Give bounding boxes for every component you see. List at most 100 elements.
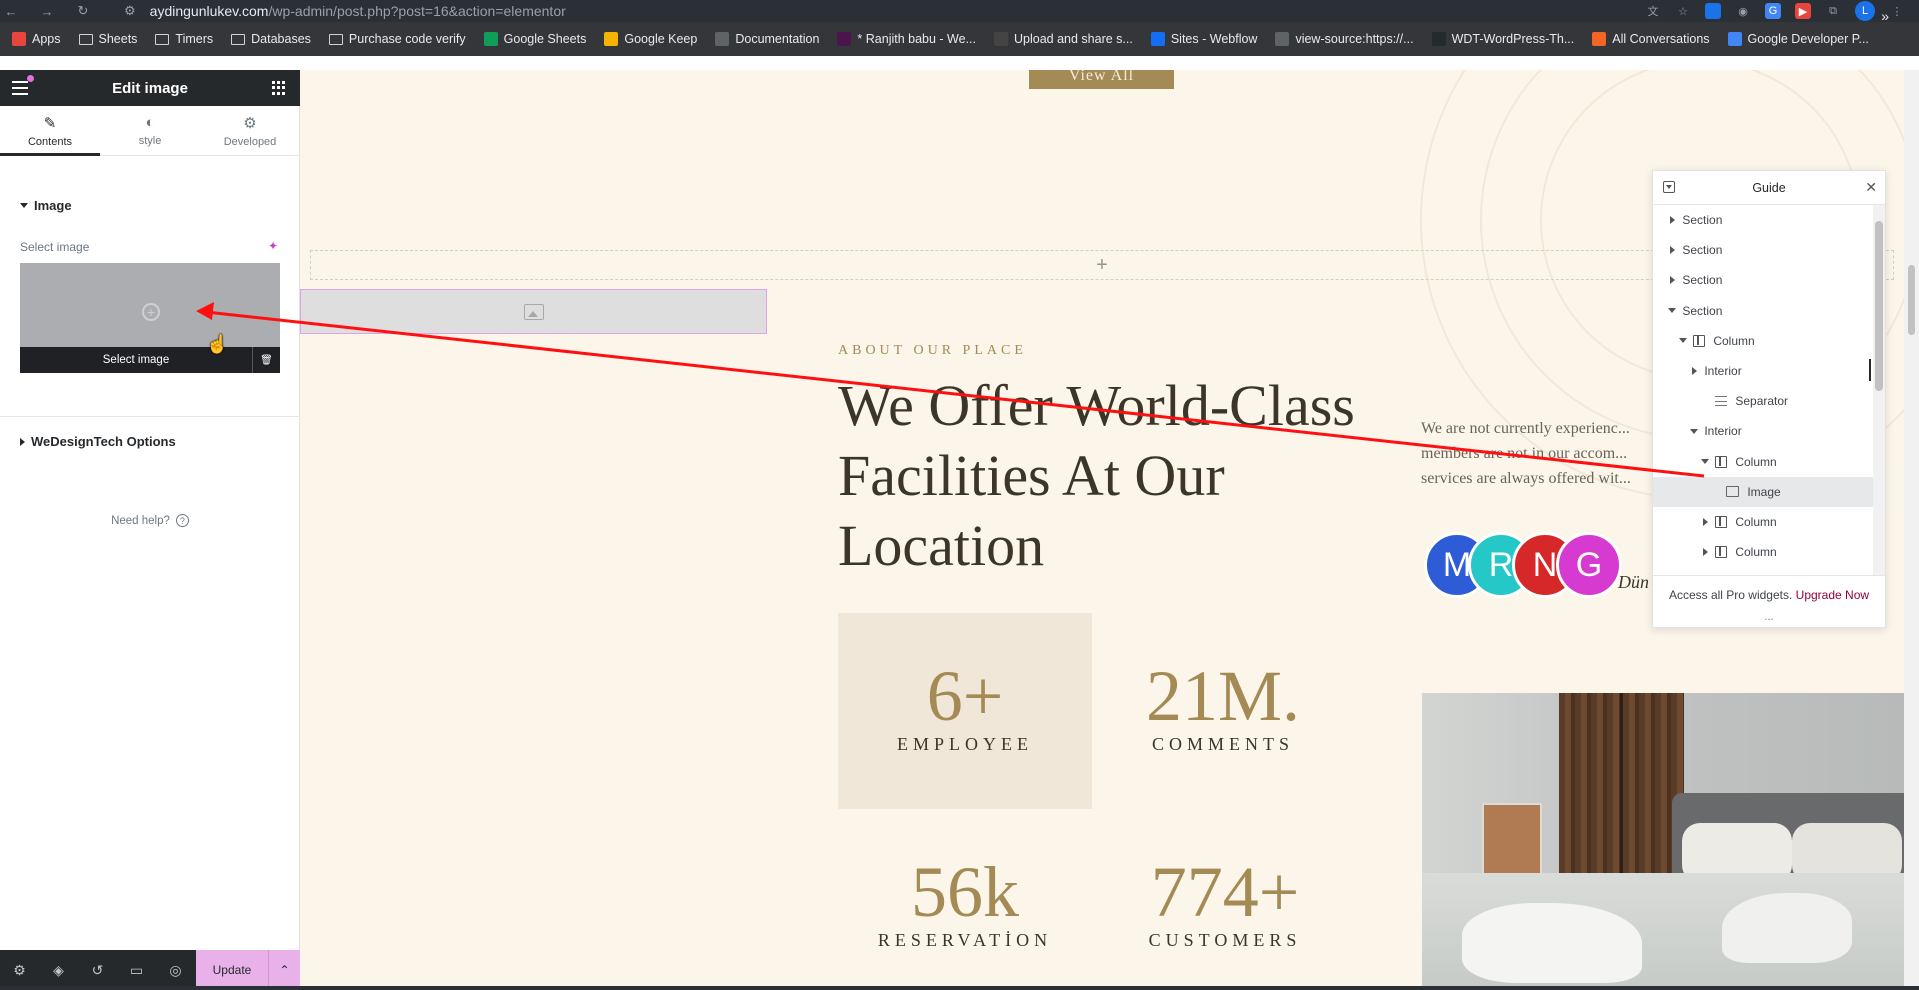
pencil-icon: ✎ [43,114,57,132]
update-button[interactable]: Update [196,950,268,990]
back-icon[interactable]: ← [0,0,22,22]
navigator-item[interactable]: Column [1653,326,1875,356]
bookmark-label: Google Developer P... [1747,32,1869,46]
bookmark-item[interactable]: Sheets [78,32,137,46]
section-image-toggle[interactable]: Image [20,198,72,213]
menu-icon[interactable] [12,81,28,95]
navigator-item[interactable]: Section [1653,296,1875,326]
bookmark-label: Upload and share s... [1014,32,1133,46]
section-wdt-toggle[interactable]: WeDesignTech Options [20,434,176,449]
need-help-link[interactable]: Need help? ? [0,514,300,527]
close-icon[interactable]: ✕ [1865,179,1877,196]
scrollbar-thumb[interactable] [1875,221,1883,391]
bookmark-item[interactable]: Apps [12,32,61,46]
bookmark-item[interactable]: Purchase code verify [328,32,466,46]
puzzle-icon[interactable]: ⧉ [1825,3,1841,19]
navigator-item[interactable]: Section [1653,235,1875,265]
menu-kebab-icon[interactable]: ⋮ [1889,3,1905,19]
column-icon [1693,334,1706,347]
bookmark-item[interactable]: * Ranjith babu - We... [837,32,976,46]
navigator-item[interactable]: Column [1653,447,1875,477]
camera-icon[interactable]: ◉ [1735,3,1751,19]
about-body-text: We are not currently experienc... member… [1421,420,1631,487]
navigator-item-label: Image [1747,484,1781,499]
caret-down-icon[interactable] [1687,428,1701,434]
navigator-scrollbar[interactable] [1873,205,1885,575]
image-widget-placeholder[interactable] [300,289,767,334]
bookmark-item[interactable]: Timers [155,32,213,46]
extension-blue-icon[interactable] [1705,3,1721,19]
add-image-icon[interactable]: + [142,303,160,321]
navigator-item[interactable]: Column [1653,507,1875,537]
google-translate-icon[interactable]: G [1765,3,1781,19]
bookmark-item[interactable]: Google Keep [604,32,697,46]
navigator-item[interactable]: Column [1653,537,1875,567]
caret-right-icon [20,437,25,446]
bookmarks-overflow-icon[interactable]: » [1881,8,1889,24]
eye-icon[interactable]: ◎ [156,950,195,990]
caret-right-icon[interactable] [1687,367,1701,376]
widgets-grid-icon[interactable] [272,81,286,95]
column-icon [1715,515,1728,528]
caret-right-icon[interactable] [1665,216,1679,225]
bookmark-label: view-source:https://... [1295,32,1414,46]
update-options-caret-icon[interactable]: ⌃ [268,950,300,990]
tab-developed[interactable]: ⚙ Developed [200,106,300,155]
bookmark-item[interactable]: Documentation [715,32,819,46]
bookmark-item[interactable]: All Conversations [1592,32,1710,46]
view-all-button[interactable]: View All [1029,70,1174,89]
bookmark-item[interactable]: Sites - Webflow [1150,32,1257,46]
resize-handle[interactable]: ... [1653,611,1885,623]
layers-icon[interactable]: ◈ [39,950,78,990]
page-scrollbar[interactable] [1904,70,1919,990]
navigator-item[interactable]: Section [1653,567,1875,575]
navigator-item[interactable]: Section [1653,205,1875,235]
image-media-picker[interactable]: + Select image 🗑 [20,263,280,373]
mouse-cursor: ☝ [206,334,229,354]
stat-customers: 774+ CUSTOMERS [1130,852,1320,951]
tab-style[interactable]: ◐ style [100,106,200,155]
recorder-icon[interactable]: ▶ [1795,3,1811,19]
navigator-item[interactable]: Interior [1653,416,1875,446]
site-info-icon[interactable]: ⚙ [124,3,136,19]
navigator-item[interactable]: Interior [1653,356,1875,386]
bookmark-item[interactable]: Google Sheets [483,32,586,46]
caret-down-icon[interactable] [1665,308,1679,314]
tab-contents[interactable]: ✎ Contents [0,106,100,156]
panel-title: Edit image [112,79,188,97]
reload-icon[interactable]: ↻ [72,0,94,22]
address-bar[interactable]: ⚙ aydingunlukev.com/wp-admin/post.php?po… [124,0,566,22]
navigator-collapse-icon[interactable] [1663,181,1675,193]
ai-sparkle-icon[interactable]: ✦ [268,239,278,253]
caret-right-icon[interactable] [1665,276,1679,285]
navigator-item-label: Section [1682,243,1723,258]
translate-icon[interactable]: 文 [1645,3,1661,19]
navigator-item-label: Interior [1704,364,1742,379]
bookmark-item[interactable]: Google Developer P... [1727,32,1869,46]
page-scrollbar-thumb[interactable] [1908,265,1915,335]
delete-image-icon[interactable]: 🗑 [252,347,280,373]
upgrade-now-link[interactable]: Upgrade Now [1796,588,1869,602]
caret-right-icon[interactable] [1698,517,1712,526]
bookmark-label: Apps [32,32,61,46]
caret-right-icon[interactable] [1698,548,1712,557]
navigator-item[interactable]: Separator [1653,386,1875,416]
caret-down-icon[interactable] [1698,459,1712,465]
caret-down-icon[interactable] [1676,338,1690,344]
profile-avatar[interactable]: L [1855,1,1875,21]
navigator-item[interactable]: Section [1653,265,1875,295]
google-icon [1727,32,1742,46]
bookmark-label: Purchase code verify [348,32,466,46]
history-icon[interactable]: ↺ [78,950,117,990]
bookmark-item[interactable]: WDT-WordPress-Th... [1431,32,1574,46]
responsive-icon[interactable]: ▭ [117,950,156,990]
bookmark-item[interactable]: view-source:https://... [1275,32,1414,46]
bookmark-item[interactable]: Databases [231,32,311,46]
caret-right-icon[interactable] [1665,246,1679,255]
navigator-header[interactable]: Guide ✕ [1653,171,1885,205]
bookmark-star-icon[interactable]: ☆ [1675,3,1691,19]
navigator-item[interactable]: Image [1653,476,1875,507]
bookmark-item[interactable]: Upload and share s... [994,32,1133,46]
forward-icon[interactable]: → [36,0,58,22]
settings-icon[interactable]: ⚙ [0,950,39,990]
